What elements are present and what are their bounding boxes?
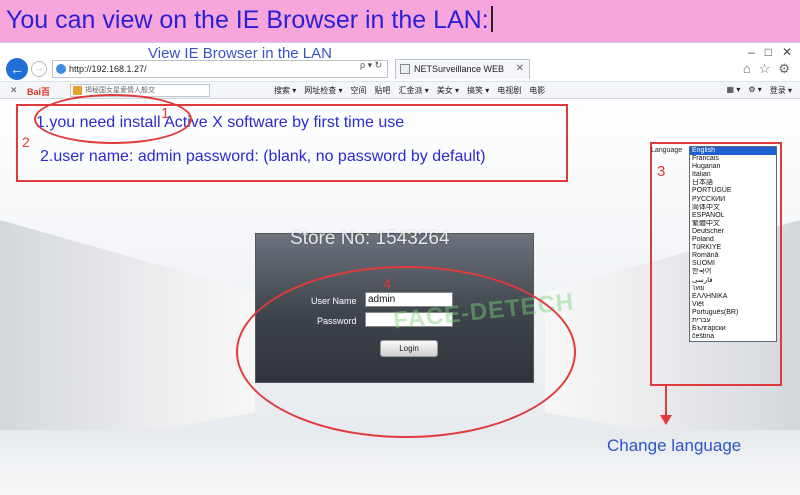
toolbar-item[interactable]: 网址检查 ▾	[304, 85, 342, 96]
browser-right-icons: ⌂ ☆ ⚙	[743, 61, 790, 77]
address-url: http://192.168.1.27/	[69, 64, 147, 74]
background-corridor-left	[0, 220, 255, 460]
annotation-number-4: 4	[383, 276, 392, 293]
banner-label: You can view on the IE Browser in the LA…	[6, 6, 489, 34]
language-listbox[interactable]: English Francais Hugarian Italian 日本語 PO…	[689, 146, 777, 343]
forward-button[interactable]: →	[31, 61, 47, 77]
toolbar-right-item[interactable]: ▦ ▾	[727, 85, 741, 96]
language-option[interactable]: Poland	[690, 236, 776, 244]
annotation-number-3: 3	[657, 163, 666, 180]
annotation-number-1: 1	[161, 105, 170, 122]
toolbar-right-item[interactable]: 登录 ▾	[770, 85, 792, 96]
toolbar-search-text: 揭秘国女星爱情人般交	[85, 87, 155, 94]
annotation-oval-4	[236, 266, 576, 438]
language-option[interactable]: Deutscher	[690, 228, 776, 236]
language-option[interactable]: 简体中文	[690, 204, 776, 212]
language-option[interactable]: Português(BR)	[690, 309, 776, 317]
language-option[interactable]: ไทย	[690, 285, 776, 293]
address-tools[interactable]: ρ ▾ ↻	[360, 60, 382, 71]
instruction-line-2: 2.user name: admin password: (blank, no …	[40, 148, 486, 165]
home-icon[interactable]: ⌂	[743, 61, 751, 77]
annotation-arrow-line	[665, 386, 667, 418]
language-option[interactable]: Italian	[690, 171, 776, 179]
language-option[interactable]: Hugarian	[690, 163, 776, 171]
change-language-caption: Change language	[607, 436, 742, 455]
toolbar-item[interactable]: 搜索 ▾	[274, 85, 296, 96]
language-option[interactable]: ΕΛΛΗΝΙΚΑ	[690, 293, 776, 301]
language-option[interactable]: English	[690, 147, 776, 156]
baidu-logo: Bai百	[27, 87, 51, 97]
language-option[interactable]: עברית	[690, 317, 776, 325]
text-cursor	[490, 6, 493, 32]
address-row: ← → http://192.168.1.27/ ρ ▾ ↻ NETSurvei…	[0, 57, 800, 81]
toolbar-right-item[interactable]: ⚙ ▾	[748, 85, 761, 96]
back-button[interactable]: ←	[6, 58, 28, 80]
language-option[interactable]: 한국어	[690, 268, 776, 276]
toolbar-right: ▦ ▾ ⚙ ▾ 登录 ▾	[727, 85, 792, 96]
toolbar-item[interactable]: 美女 ▾	[437, 85, 459, 96]
browser-window: View IE Browser in the LAN – □ ✕ ← → htt…	[0, 42, 800, 495]
toolbar-item[interactable]: 电影	[529, 85, 545, 96]
settings-gear-icon[interactable]: ⚙	[778, 61, 790, 77]
language-option[interactable]: 日本語	[690, 179, 776, 187]
ie-icon	[56, 64, 66, 74]
search-icon	[73, 86, 82, 95]
store-watermark: Store No: 1543264	[290, 228, 450, 249]
page-icon	[400, 64, 410, 74]
language-option[interactable]: SUOMI	[690, 260, 776, 268]
annotation-number-2: 2	[22, 134, 30, 150]
language-option[interactable]: čeština	[690, 333, 776, 341]
language-option[interactable]: Việt	[690, 301, 776, 309]
down-arrow-icon	[660, 415, 672, 425]
language-option[interactable]: TüRKİYE	[690, 244, 776, 252]
tab-title: NETSurveillance WEB	[414, 64, 505, 74]
address-bar[interactable]: http://192.168.1.27/	[52, 60, 388, 78]
instruction-banner: You can view on the IE Browser in the LA…	[0, 0, 800, 42]
toolbar-item[interactable]: 电视剧	[497, 85, 521, 96]
toolbar-item[interactable]: 空间	[351, 85, 367, 96]
language-option[interactable]: Български	[690, 325, 776, 333]
favorites-star-icon[interactable]: ☆	[759, 61, 771, 77]
toolbar-item[interactable]: 贴吧	[375, 85, 391, 96]
language-option[interactable]: فارسی	[690, 277, 776, 285]
toolbar-item[interactable]: 搞笑 ▾	[467, 85, 489, 96]
language-label: Language	[651, 147, 683, 154]
toolbar-items: 搜索 ▾ 网址检查 ▾ 空间 贴吧 汇金派 ▾ 美女 ▾ 搞笑 ▾ 电视剧 电影	[274, 85, 545, 96]
close-tab-icon[interactable]: ✕	[516, 60, 524, 78]
toolbar-close-icon[interactable]: ✕	[10, 85, 18, 96]
toolbar-item[interactable]: 汇金派 ▾	[399, 85, 429, 96]
language-option[interactable]: РУССКИЙ	[690, 196, 776, 204]
language-option[interactable]: Francais	[690, 155, 776, 163]
language-option[interactable]: ESPAÑOL	[690, 212, 776, 220]
language-option[interactable]: 繁體中文	[690, 220, 776, 228]
banner-text: You can view on the IE Browser in the LA…	[6, 6, 493, 35]
tab-netsurveillance[interactable]: NETSurveillance WEB ✕	[395, 59, 530, 79]
language-option[interactable]: Română	[690, 252, 776, 260]
language-option[interactable]: PORTUGUÊ	[690, 187, 776, 195]
